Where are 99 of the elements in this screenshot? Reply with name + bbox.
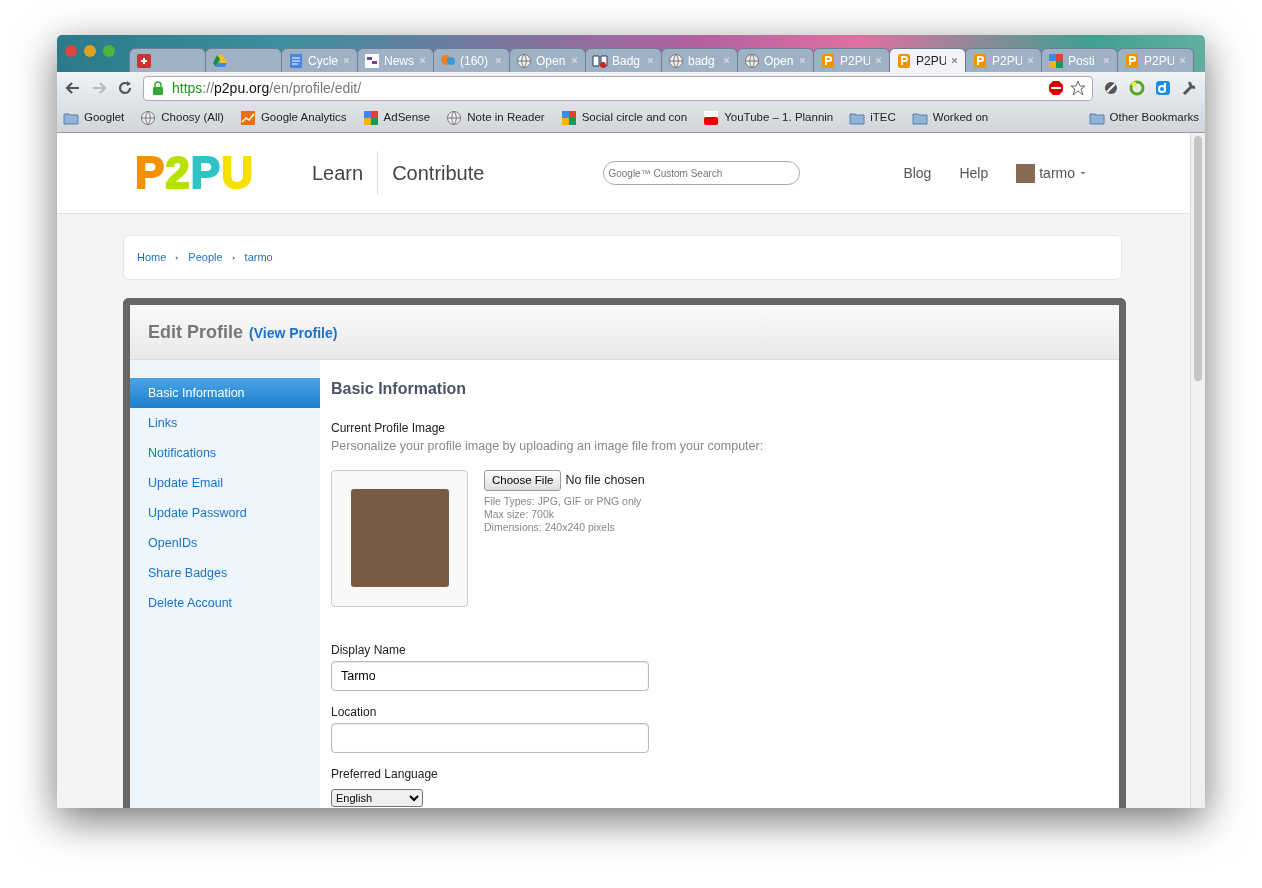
sidebar-link[interactable]: Update Email: [130, 468, 320, 498]
search-field[interactable]: Google™ Custom Search: [603, 161, 801, 185]
back-icon: [65, 80, 81, 96]
text-field[interactable]: [331, 722, 649, 753]
bookmark[interactable]: Social circle and con: [581, 109, 688, 127]
squares-icon: [1048, 52, 1064, 69]
letter-icon: [896, 52, 912, 69]
field-label: Preferred Language: [331, 765, 439, 783]
lock-icon: [150, 80, 166, 96]
close-icon: [1026, 56, 1035, 65]
ring-icon: [1129, 80, 1145, 96]
bookmark[interactable]: Worked on: [932, 109, 989, 127]
extension-icon: [1103, 80, 1119, 96]
breadcrumb-link[interactable]: tarmo: [244, 249, 273, 266]
bookmark[interactable]: YouTube – 1. Plannin: [724, 109, 834, 127]
hint-text: Personalize your profile image by uploading an image file from your computer:: [331, 438, 765, 455]
nav-link[interactable]: Blog: [903, 162, 932, 184]
address-bar[interactable]: https://p2pu.org/en/profile/edit/: [143, 75, 1093, 101]
close-icon: [418, 56, 427, 65]
close-icon: [950, 56, 959, 65]
stop-sign-icon: [1048, 80, 1064, 96]
panel-title: Edit Profile: [148, 320, 243, 344]
sidebar-link[interactable]: Basic Information: [130, 378, 320, 408]
bookmark[interactable]: Other Bookmarks: [1109, 109, 1199, 127]
avatar-placeholder: [1016, 163, 1036, 183]
video-icon: [703, 110, 720, 126]
star-icon: [1070, 80, 1086, 96]
bookmark[interactable]: Google Analytics: [260, 109, 347, 127]
sidebar-link[interactable]: Notifications: [130, 438, 320, 468]
globe-icon: [744, 52, 760, 69]
close-icon: [1102, 56, 1111, 65]
globe-icon: [446, 110, 463, 126]
bookmark[interactable]: iTEC: [870, 109, 896, 127]
nav-link[interactable]: Help: [959, 162, 989, 184]
sidebar-link[interactable]: Update Password: [130, 498, 320, 528]
browser-tab[interactable]: [205, 48, 282, 72]
window-button[interactable]: [65, 44, 77, 57]
section-heading: Basic Information: [331, 379, 468, 399]
bookmark[interactable]: Choosy (All): [161, 109, 224, 127]
letter-icon: [1124, 52, 1140, 69]
document-icon: [288, 52, 304, 69]
nav-link[interactable]: Learn: [298, 148, 378, 198]
bookmark[interactable]: Note in Reader: [467, 109, 545, 127]
close-icon: [874, 56, 883, 65]
file-note: Max size: 700k: [484, 508, 556, 521]
window-button[interactable]: [84, 44, 96, 57]
caret-icon: [1079, 169, 1087, 177]
close-icon: [1178, 56, 1187, 65]
field-label: Current Profile Image: [331, 420, 447, 437]
file-note: Dimensions: 240x240 pixels: [484, 521, 616, 534]
close-icon: [342, 56, 351, 65]
sidebar-link[interactable]: Links: [130, 408, 320, 438]
folder-icon: [849, 110, 866, 126]
field-label: Display Name: [331, 641, 407, 659]
globe-icon: [140, 110, 157, 126]
folder-icon: [63, 110, 79, 126]
language-select[interactable]: English: [331, 788, 423, 807]
close-icon: [798, 56, 807, 65]
field-label: Location: [331, 703, 378, 721]
triangle-icon: [212, 52, 228, 69]
user-menu[interactable]: tarmo: [1039, 162, 1075, 184]
url-text: https://p2pu.org/en/profile/edit/: [172, 78, 362, 98]
squares-icon: [560, 110, 577, 126]
file-note: File Types: JPG, GIF or PNG only: [484, 495, 643, 508]
bookmark[interactable]: AdSense: [383, 109, 431, 127]
breadcrumb-link[interactable]: People: [188, 249, 223, 266]
letter-icon: [972, 52, 988, 69]
browser-tab[interactable]: P2PU: [889, 48, 966, 72]
squares-icon: [362, 110, 379, 126]
close-icon: [570, 56, 579, 65]
letter-icon: [1155, 80, 1171, 96]
book-icon: [592, 52, 608, 69]
chart-icon: [239, 110, 256, 126]
text-field[interactable]: Tarmo: [331, 660, 649, 691]
bookmark[interactable]: Googlet: [84, 109, 125, 127]
wrench-icon: [1181, 80, 1197, 96]
sidebar-link[interactable]: Share Badges: [130, 558, 320, 588]
globe-icon: [668, 52, 684, 69]
choose-file-button[interactable]: Choose File: [484, 469, 562, 491]
folder-icon: [911, 110, 928, 126]
browser-tab[interactable]: [129, 48, 206, 72]
globe-icon: [516, 52, 532, 69]
close-icon: [646, 56, 655, 65]
folder-icon: [1088, 110, 1105, 126]
close-icon: [722, 56, 731, 65]
sidebar-link[interactable]: Delete Account: [130, 588, 320, 618]
view-profile-link[interactable]: (View Profile): [249, 323, 338, 344]
scrollbar[interactable]: [1190, 133, 1205, 808]
grid-icon: [364, 52, 380, 69]
breadcrumb-link[interactable]: Home: [137, 249, 167, 266]
sidebar-link[interactable]: OpenIDs: [130, 528, 320, 558]
plus-icon: [136, 52, 152, 69]
close-icon: [494, 56, 503, 65]
reload-icon: [117, 80, 133, 96]
window-button[interactable]: [103, 44, 115, 57]
forward-icon: [91, 80, 107, 96]
nav-link[interactable]: Contribute: [378, 148, 499, 198]
letter-icon: [820, 52, 836, 69]
file-status: No file chosen: [565, 472, 645, 489]
